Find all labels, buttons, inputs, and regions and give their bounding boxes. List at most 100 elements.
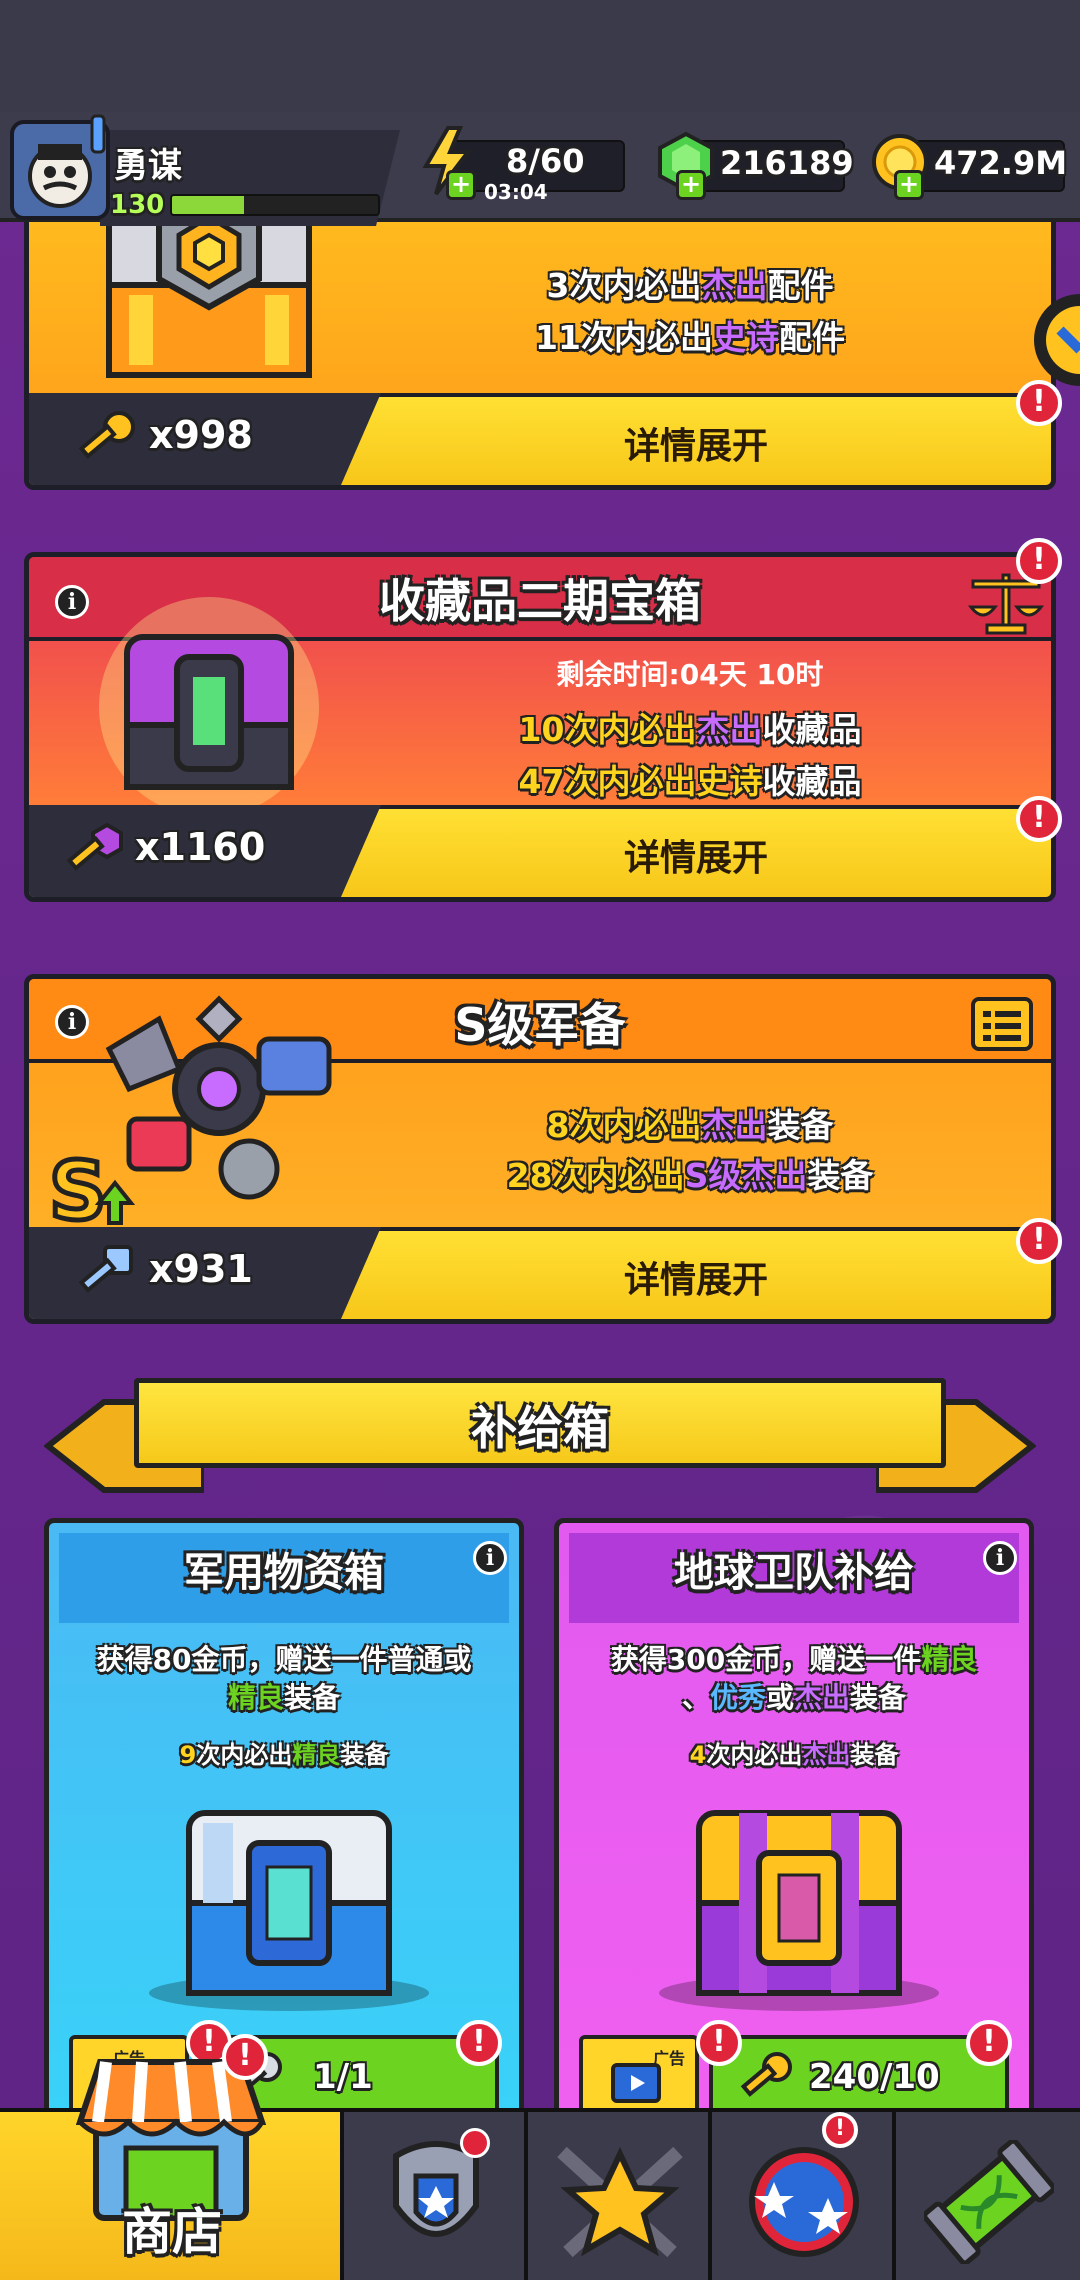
alert-badge: ! bbox=[456, 2020, 502, 2066]
gold-plus-button[interactable]: + bbox=[894, 170, 924, 200]
supply-title: 地球卫队补给 bbox=[674, 1550, 914, 1596]
description-line: 装备 bbox=[284, 1681, 341, 1714]
alert-badge: ! bbox=[822, 2112, 858, 2148]
rarity-text: 杰出 bbox=[701, 1106, 768, 1145]
s-grade-icon: S bbox=[47, 1143, 139, 1241]
nav-shop-label: 商店 bbox=[122, 2203, 222, 2261]
globe-stars-icon bbox=[744, 2142, 864, 2262]
detail-expand-label: 详情展开 bbox=[623, 1260, 768, 1301]
rarity-text: 史诗 bbox=[696, 762, 763, 801]
detail-expand-button[interactable]: 详情展开 bbox=[341, 805, 1051, 897]
chance-number: 4 bbox=[689, 1741, 707, 1769]
description-line: 装备 bbox=[850, 1681, 907, 1714]
nav-tab-gear[interactable] bbox=[344, 2112, 528, 2280]
video-play-icon bbox=[611, 2063, 661, 2103]
ad-button[interactable]: 广告 bbox=[579, 2035, 699, 2113]
rarity-text: 优秀 bbox=[709, 1681, 766, 1714]
description-line: 获得80金币，赠送一件普通或 bbox=[96, 1643, 472, 1676]
status-bar-area bbox=[0, 0, 1080, 112]
energy-plus-button[interactable]: + bbox=[446, 170, 476, 200]
supply-title: 军用物资箱 bbox=[184, 1550, 384, 1596]
chest-gold-purple-image bbox=[649, 1793, 949, 2013]
supply-description: 获得80金币，赠送一件普通或 精良装备 bbox=[69, 1641, 499, 1717]
chance-text: 配件 bbox=[767, 266, 834, 305]
info-icon[interactable]: i bbox=[473, 1541, 507, 1575]
key-count: 1/1 bbox=[313, 2057, 373, 2097]
supply-card-earth-guard[interactable]: 地球卫队补给 i 获得300金币，赠送一件精良 、优秀或杰出装备 4次内必出杰出… bbox=[554, 1518, 1034, 2118]
detail-expand-button[interactable]: 详情展开 bbox=[341, 1227, 1051, 1319]
alert-badge: ! bbox=[1016, 1218, 1062, 1264]
chance-text: 配件 bbox=[778, 318, 845, 357]
key-gold-icon bbox=[737, 2047, 797, 2107]
chance-text: 装备 bbox=[767, 1106, 834, 1145]
player-name: 勇谋 bbox=[114, 146, 182, 186]
chance-text: 收藏品 bbox=[762, 710, 862, 749]
open-with-key-button[interactable]: 240/10 bbox=[709, 2035, 1009, 2113]
level-progress-bar bbox=[170, 194, 380, 216]
chance-text: 10次内必出 bbox=[518, 710, 697, 749]
gems-value: 216189 bbox=[720, 144, 854, 182]
settings-icon[interactable] bbox=[86, 114, 110, 154]
chance-text: 装备 bbox=[340, 1741, 389, 1769]
battle-star-icon bbox=[552, 2132, 688, 2268]
player-level: 130 bbox=[110, 190, 165, 220]
nav-tab-events[interactable]: ! bbox=[712, 2112, 896, 2280]
chance-number: 9 bbox=[179, 1741, 197, 1769]
rarity-text: 史诗 bbox=[712, 318, 779, 357]
level-progress-fill bbox=[172, 196, 245, 214]
description-line: 或 bbox=[765, 1681, 794, 1714]
rarity-text: 精良 bbox=[292, 1741, 341, 1769]
chest-collectible-chance-1: 10次内必出杰出收藏品 bbox=[329, 703, 1051, 751]
chest-panel-s-gear: S级军备 i S 8次内必出杰出装备 28次内必出S级杰出装备 x931 详情展… bbox=[24, 974, 1056, 1324]
chest-accessory-chance-1: 3次内必出杰出配件 bbox=[329, 259, 1051, 307]
key-count: 240/10 bbox=[809, 2057, 940, 2097]
energy-value: 8/60 bbox=[506, 142, 585, 180]
rarity-text: 精良 bbox=[227, 1681, 284, 1714]
chest-blue-image bbox=[139, 1793, 439, 2013]
key-count: x1160 bbox=[135, 825, 266, 869]
detail-expand-label: 详情展开 bbox=[623, 426, 768, 467]
gold-value: 472.9M bbox=[934, 144, 1068, 182]
rarity-text: S级杰出 bbox=[684, 1156, 808, 1195]
dna-capsule-icon bbox=[922, 2138, 1056, 2266]
rarity-text: 杰出 bbox=[802, 1741, 851, 1769]
description-line: 获得300金币，赠送一件 bbox=[610, 1643, 922, 1676]
key-purple-icon bbox=[63, 819, 127, 883]
supply-chance: 4次内必出杰出装备 bbox=[559, 1735, 1029, 1770]
info-icon[interactable]: i bbox=[983, 1541, 1017, 1575]
chest-collectible-chance-2: 47次内必出史诗收藏品 bbox=[329, 755, 1051, 803]
supply-chance: 9次内必出精良装备 bbox=[49, 1735, 519, 1770]
notify-dot bbox=[460, 2128, 490, 2158]
chest-panel-collectible: 收藏品二期宝箱 i 剩余时间:04天 10时 10次内必出杰出收藏品 47次内必… bbox=[24, 552, 1056, 902]
chance-text: 次内必出 bbox=[706, 1741, 803, 1769]
rarity-text: 精良 bbox=[921, 1643, 978, 1676]
supply-description: 获得300金币，赠送一件精良 、优秀或杰出装备 bbox=[579, 1641, 1009, 1717]
detail-expand-button[interactable]: 详情展开 bbox=[341, 393, 1051, 485]
chest-s-gear-chance-2: 28次内必出S级杰出装备 bbox=[329, 1149, 1051, 1197]
nav-tab-battle[interactable] bbox=[528, 2112, 712, 2280]
info-icon[interactable]: i bbox=[55, 585, 89, 619]
alert-badge: ! bbox=[1016, 796, 1062, 842]
rarity-text: 杰出 bbox=[701, 266, 768, 305]
detail-expand-label: 详情展开 bbox=[623, 838, 768, 879]
chest-accessory-chance-2: 11次内必出史诗配件 bbox=[329, 311, 1051, 359]
nav-tab-shop[interactable]: 商店 bbox=[0, 2059, 344, 2280]
nav-tab-dna[interactable] bbox=[896, 2112, 1080, 2280]
chance-text: 47次内必出 bbox=[518, 762, 697, 801]
rarity-text: 杰出 bbox=[794, 1681, 851, 1714]
chance-text: 28次内必出 bbox=[506, 1156, 685, 1195]
gems-plus-button[interactable]: + bbox=[676, 170, 706, 200]
alert-badge: ! bbox=[966, 2020, 1012, 2066]
key-gold-icon bbox=[75, 407, 139, 471]
chance-text: 装备 bbox=[807, 1156, 874, 1195]
chance-text: 收藏品 bbox=[762, 762, 862, 801]
chance-text: 8次内必出 bbox=[546, 1106, 702, 1145]
energy-timer: 03:04 bbox=[484, 180, 548, 204]
alert-badge: ! bbox=[222, 2034, 268, 2080]
list-icon[interactable] bbox=[969, 991, 1037, 1055]
alert-badge: ! bbox=[696, 2020, 742, 2066]
info-icon[interactable]: i bbox=[55, 1005, 89, 1039]
chance-text: 3次内必出 bbox=[546, 266, 702, 305]
supply-card-military[interactable]: 军用物资箱 i 获得80金币，赠送一件普通或 精良装备 9次内必出精良装备 广告… bbox=[44, 1518, 524, 2118]
side-event-icon[interactable] bbox=[1020, 290, 1080, 390]
